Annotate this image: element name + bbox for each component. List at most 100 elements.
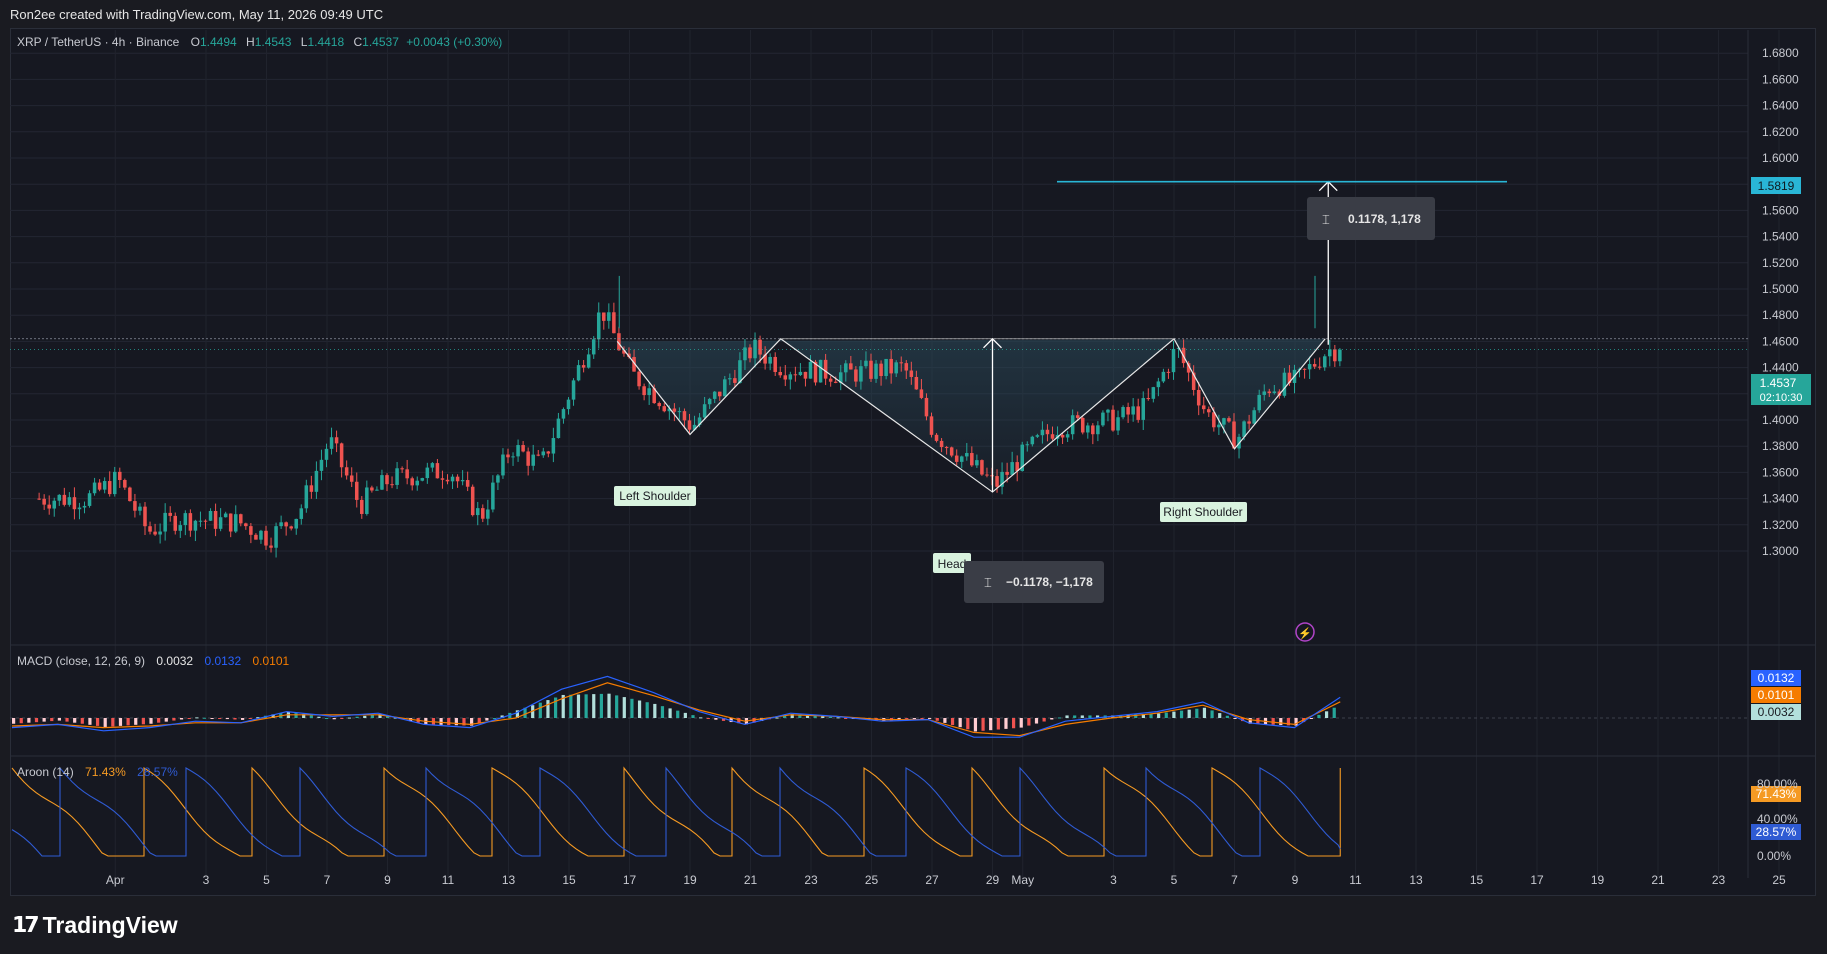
chart-canvas[interactable]: 1.30001.32001.34001.36001.38001.40001.42… — [0, 0, 1827, 954]
macd-histogram-bar — [1233, 718, 1237, 719]
candle-body — [975, 460, 979, 466]
macd-histogram-bar — [80, 718, 84, 724]
candle-body — [1101, 412, 1105, 426]
candle-body — [506, 454, 510, 458]
macd-histogram-bar — [958, 718, 962, 728]
candle-body — [985, 474, 989, 476]
macd-histogram-bar — [1073, 715, 1077, 718]
candle-body — [844, 363, 848, 373]
macd-histogram-bar — [1225, 715, 1229, 718]
macd-histogram-bar — [615, 695, 619, 718]
candle-body — [349, 475, 354, 482]
macd-histogram-bar — [149, 718, 153, 724]
candle-body — [289, 526, 293, 529]
macd-histogram-bar — [447, 718, 451, 726]
candle-body — [511, 456, 515, 458]
candle-body — [218, 517, 223, 529]
candle-body — [254, 534, 258, 540]
candle-body — [662, 406, 667, 412]
macd-histogram-bar — [592, 694, 596, 718]
macd-histogram-bar — [12, 718, 16, 724]
candle-body — [269, 545, 273, 548]
candle-body — [1267, 391, 1272, 394]
candle-body — [738, 360, 742, 383]
candle-body — [561, 409, 566, 419]
candle-body — [607, 312, 611, 321]
macd-histogram-bar — [683, 712, 687, 718]
candle-body — [934, 434, 939, 441]
candle-body — [375, 489, 379, 491]
macd-histogram-bar — [141, 718, 145, 725]
macd-histogram-bar — [668, 708, 672, 718]
candle-body — [239, 514, 243, 524]
measure-up-tooltip: ⌶ 0.1178, 1,178 — [1307, 197, 1435, 240]
macd-histogram-bar — [1088, 715, 1092, 718]
macd-histogram-bar — [645, 702, 649, 718]
candle-body — [107, 481, 112, 495]
macd-histogram-bar — [34, 718, 39, 723]
candle-body — [1227, 418, 1231, 422]
candle-body — [440, 478, 445, 480]
candle-body — [798, 371, 803, 376]
svg-text:0.0032: 0.0032 — [1758, 705, 1795, 719]
candle-body — [833, 381, 838, 383]
price-tick-label: 1.6000 — [1762, 151, 1799, 165]
time-tick-label: 15 — [1470, 873, 1484, 887]
candle-body — [1111, 409, 1115, 431]
macd-histogram-bar — [248, 718, 252, 719]
time-tick-label: 11 — [1349, 873, 1362, 887]
candle-body — [854, 369, 858, 382]
candle-body — [228, 513, 233, 532]
macd-histogram-bar — [1179, 710, 1184, 718]
candle-body — [1141, 398, 1146, 420]
candle-body — [682, 411, 687, 421]
candle-body — [889, 358, 893, 374]
candle-body — [324, 448, 329, 460]
candle-body — [909, 370, 914, 377]
candle-body — [1307, 364, 1312, 370]
macd-histogram-bar — [19, 718, 23, 724]
candle-body — [344, 467, 349, 476]
macd-histogram-bar — [973, 718, 978, 732]
symbol-label: XRP / TetherUS · 4h · Binance — [17, 35, 180, 49]
macd-histogram-bar — [844, 718, 848, 719]
candle-body — [884, 358, 888, 377]
candle-body — [874, 363, 878, 379]
tradingview-mark-icon: 𝟭𝟳 — [12, 912, 40, 937]
macd-histogram-bar — [1057, 717, 1062, 719]
macd-histogram-bar — [775, 717, 779, 719]
macd-histogram-bar — [363, 715, 367, 718]
tradingview-logo[interactable]: 𝟭𝟳 TradingView — [12, 910, 178, 940]
macd-histogram-bar — [981, 718, 985, 731]
time-tick-label: 17 — [1530, 873, 1544, 887]
time-tick-label: 17 — [623, 873, 637, 887]
lightning-event-icon[interactable]: ⚡ — [1295, 622, 1315, 642]
candle-body — [294, 518, 299, 529]
candle-body — [223, 513, 228, 518]
candle-body — [1328, 349, 1332, 357]
candle-body — [949, 447, 954, 456]
time-tick-label: 9 — [1292, 873, 1299, 887]
candle-body — [415, 480, 420, 486]
candle-body — [526, 451, 530, 466]
macd-histogram-bar — [1027, 718, 1031, 726]
macd-histogram-bar — [355, 716, 359, 718]
candle-body — [450, 476, 455, 482]
time-tick-label: 13 — [502, 873, 516, 887]
macd-histogram-bar — [57, 718, 62, 721]
candle-body — [138, 506, 142, 511]
candle-body — [1262, 391, 1267, 395]
candle-body — [944, 447, 949, 449]
macd-histogram-bar — [1309, 718, 1313, 719]
candle-body — [425, 467, 430, 479]
last-price-label: 1.4537 02:10:30 — [1751, 374, 1811, 405]
candle-body — [1106, 409, 1110, 413]
candle-body — [954, 455, 959, 462]
macd-histogram-bar — [187, 718, 191, 719]
aroon-legend: Aroon (14) 71.43% 28.57% — [17, 765, 178, 779]
macd-histogram-bar — [95, 718, 100, 726]
candle-body — [1247, 421, 1251, 424]
candle-body — [112, 471, 117, 495]
candle-body — [596, 312, 601, 340]
macd-histogram-bar — [225, 718, 229, 720]
